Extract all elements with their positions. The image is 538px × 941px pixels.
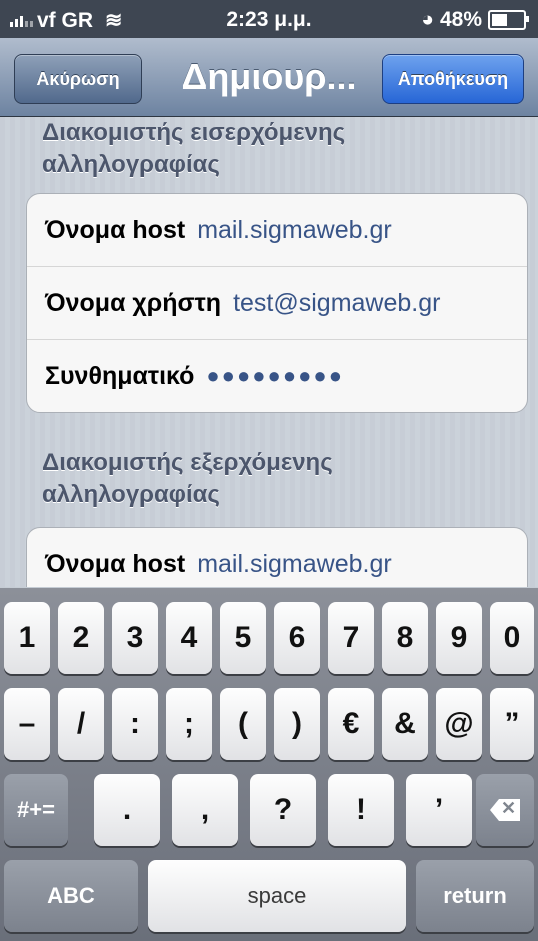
incoming-password-row[interactable]: Συνθηματικό ●●●●●●●●● — [27, 340, 527, 412]
field-label: Όνομα host — [45, 549, 186, 578]
key-open-paren[interactable]: ( — [220, 688, 266, 760]
space-key[interactable]: space — [148, 860, 406, 932]
incoming-host-row[interactable]: Όνομα host mail.sigmaweb.gr — [27, 194, 527, 267]
key-5[interactable]: 5 — [220, 602, 266, 674]
key-period[interactable]: . — [94, 774, 160, 846]
symbols-key[interactable]: #+= — [4, 774, 68, 846]
incoming-header-line2: αλληλογραφίας — [42, 151, 220, 178]
field-label: Όνομα χρήστη — [45, 288, 222, 317]
key-3[interactable]: 3 — [112, 602, 158, 674]
incoming-username-row[interactable]: Όνομα χρήστη test@sigmaweb.gr — [27, 267, 527, 340]
key-semicolon[interactable]: ; — [166, 688, 212, 760]
key-0[interactable]: 0 — [490, 602, 534, 674]
key-apostrophe[interactable]: ’ — [406, 774, 472, 846]
keyboard: 1 2 3 4 5 6 7 8 9 0 – / : ; ( ) € & @ ” … — [0, 588, 538, 941]
key-6[interactable]: 6 — [274, 602, 320, 674]
incoming-header-line1: Διακομιστής εισερχόμενης — [42, 119, 346, 146]
key-colon[interactable]: : — [112, 688, 158, 760]
key-ampersand[interactable]: & — [382, 688, 428, 760]
key-close-paren[interactable]: ) — [274, 688, 320, 760]
key-slash[interactable]: / — [58, 688, 104, 760]
field-label: Όνομα host — [45, 215, 186, 244]
incoming-password-field[interactable]: ●●●●●●●●● — [206, 363, 344, 389]
key-exclamation[interactable]: ! — [328, 774, 394, 846]
key-at[interactable]: @ — [436, 688, 482, 760]
outgoing-header-line1: Διακομιστής εξερχόμενης — [42, 449, 333, 476]
key-euro[interactable]: € — [328, 688, 374, 760]
outgoing-host-field[interactable]: mail.sigmaweb.gr — [197, 550, 392, 579]
incoming-server-header: Διακομιστής εισερχόμενης αλληλογραφίας — [42, 117, 345, 181]
key-comma[interactable]: , — [172, 774, 238, 846]
incoming-host-field[interactable]: mail.sigmaweb.gr — [197, 216, 392, 245]
save-button[interactable]: Αποθήκευση — [382, 54, 524, 104]
page-title: Δημιουρ... — [181, 56, 357, 97]
key-1[interactable]: 1 — [4, 602, 50, 674]
battery-area: ◕ 48% — [421, 8, 529, 32]
key-dash[interactable]: – — [4, 688, 50, 760]
incoming-username-field[interactable]: test@sigmaweb.gr — [233, 289, 440, 318]
key-7[interactable]: 7 — [328, 602, 374, 674]
outgoing-header-line2: αλληλογραφίας — [42, 481, 220, 508]
key-4[interactable]: 4 — [166, 602, 212, 674]
battery-percent: 48% — [439, 8, 482, 31]
outgoing-server-header: Διακομιστής εξερχόμενης αλληλογραφίας — [42, 447, 333, 511]
backspace-icon — [490, 799, 520, 821]
key-2[interactable]: 2 — [58, 602, 104, 674]
outgoing-server-group: Όνομα host mail.sigmaweb.gr — [26, 527, 528, 587]
field-label: Συνθηματικό — [45, 361, 195, 390]
lock-rotation-icon: ◕ — [421, 8, 434, 31]
abc-key[interactable]: ABC — [4, 860, 138, 932]
navigation-bar: Ακύρωση Δημιουρ... Αποθήκευση — [0, 38, 538, 117]
settings-list[interactable]: Διακομιστής εισερχόμενης αλληλογραφίας Ό… — [0, 117, 538, 587]
cancel-button[interactable]: Ακύρωση — [14, 54, 142, 104]
outgoing-host-row[interactable]: Όνομα host mail.sigmaweb.gr — [27, 528, 527, 587]
return-key[interactable]: return — [416, 860, 534, 932]
key-question[interactable]: ? — [250, 774, 316, 846]
key-9[interactable]: 9 — [436, 602, 482, 674]
key-8[interactable]: 8 — [382, 602, 428, 674]
battery-icon — [488, 10, 529, 30]
status-bar: vf GR ≋ 2:23 μ.μ. ◕ 48% — [0, 0, 538, 38]
key-quote[interactable]: ” — [490, 688, 534, 760]
incoming-server-group: Όνομα host mail.sigmaweb.gr Όνομα χρήστη… — [26, 193, 528, 413]
backspace-key[interactable] — [476, 774, 534, 846]
